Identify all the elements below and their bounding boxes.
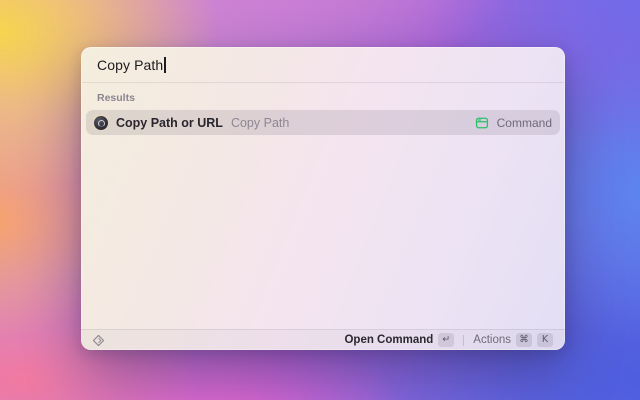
actions-button[interactable]: Actions ⌘ K (473, 333, 553, 347)
search-bar[interactable]: Copy Path (81, 47, 565, 82)
result-title: Copy Path or URL (116, 115, 223, 130)
result-row-copy-path-or-url[interactable]: Copy Path or URL Copy Path Command (86, 110, 560, 135)
copy-path-extension-icon (93, 115, 108, 130)
result-subtitle: Copy Path (230, 115, 290, 130)
open-command-button[interactable]: Open Command ↵ (344, 333, 455, 347)
results-section-label: Results (97, 92, 135, 104)
return-key-icon: ↵ (438, 333, 455, 347)
results-panel: Results Copy Path or URL Copy Path Comma… (81, 83, 565, 329)
actions-label: Actions (473, 334, 511, 346)
cmd-key-icon: ⌘ (516, 333, 532, 347)
footer-bar: Open Command ↵ Actions ⌘ K (81, 329, 565, 350)
open-command-label: Open Command (344, 334, 434, 346)
desktop-background: Copy Path Results Copy Path or URL Copy … (0, 0, 640, 400)
footer-actions: Open Command ↵ Actions ⌘ K (344, 333, 553, 347)
raycast-logo-icon (92, 334, 105, 347)
text-caret (164, 56, 166, 73)
command-window-icon (475, 116, 489, 130)
search-input[interactable]: Copy Path (97, 57, 163, 73)
raycast-window: Copy Path Results Copy Path or URL Copy … (81, 47, 565, 350)
result-type-label: Command (496, 115, 552, 130)
footer-divider (463, 334, 465, 346)
k-key-icon: K (537, 333, 553, 347)
